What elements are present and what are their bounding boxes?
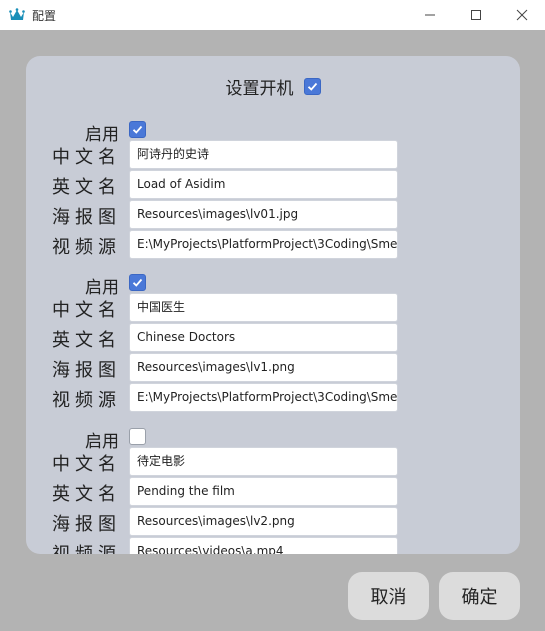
maximize-button[interactable] xyxy=(453,0,499,30)
config-panel[interactable]: 设置开机 启用 中文名 阿诗丹的史诗 英文名 Load of Asidim 海报… xyxy=(26,56,520,554)
check-icon xyxy=(132,125,143,134)
confirm-button[interactable]: 确定 xyxy=(439,572,520,620)
video-source-field[interactable]: E:\MyProjects\PlatformProject\3Coding\Sm… xyxy=(129,383,398,412)
close-button[interactable] xyxy=(499,0,545,30)
window-title: 配置 xyxy=(32,8,57,23)
poster-label: 海报图 xyxy=(52,360,121,381)
chinese-name-label: 中文名 xyxy=(52,300,121,321)
maximize-icon xyxy=(471,10,481,20)
english-name-field[interactable]: Pending the film xyxy=(129,477,398,506)
startup-checkbox[interactable] xyxy=(303,77,321,95)
english-name-label: 英文名 xyxy=(52,330,121,351)
english-name-label: 英文名 xyxy=(52,177,121,198)
video-source-label: 视频源 xyxy=(52,390,121,411)
startup-setting-row: 设置开机 xyxy=(26,74,520,99)
video-source-field[interactable]: E:\MyProjects\PlatformProject\3Coding\Sm… xyxy=(129,230,398,259)
english-name-field[interactable]: Chinese Doctors xyxy=(129,323,398,352)
english-name-field[interactable]: Load of Asidim xyxy=(129,170,398,199)
check-icon xyxy=(307,82,317,91)
chinese-name-field[interactable]: 阿诗丹的史诗 xyxy=(129,140,398,169)
cancel-button[interactable]: 取消 xyxy=(348,572,429,620)
minimize-icon xyxy=(425,14,435,16)
enable-checkbox[interactable] xyxy=(129,121,146,138)
poster-label: 海报图 xyxy=(52,207,121,228)
english-name-label: 英文名 xyxy=(52,484,121,505)
enable-checkbox[interactable] xyxy=(129,274,146,291)
check-icon xyxy=(132,278,143,287)
enable-checkbox[interactable] xyxy=(129,428,146,445)
startup-label: 设置开机 xyxy=(225,78,294,99)
video-source-label: 视频源 xyxy=(26,540,121,554)
video-source-label: 视频源 xyxy=(52,237,121,258)
crown-icon xyxy=(8,6,26,24)
chinese-name-field[interactable]: 待定电影 xyxy=(129,447,398,476)
poster-field[interactable]: Resources\images\lv2.png xyxy=(129,507,398,536)
chinese-name-field[interactable]: 中国医生 xyxy=(129,293,398,322)
video-source-field[interactable]: Resources\videos\a.mp4 xyxy=(129,537,398,554)
close-icon xyxy=(516,9,528,21)
minimize-button[interactable] xyxy=(407,0,453,30)
title-bar: 配置 xyxy=(0,0,545,30)
chinese-name-label: 中文名 xyxy=(52,454,121,475)
chinese-name-label: 中文名 xyxy=(52,147,121,168)
poster-label: 海报图 xyxy=(52,514,121,535)
poster-field[interactable]: Resources\images\lv01.jpg xyxy=(129,200,398,229)
poster-field[interactable]: Resources\images\lv1.png xyxy=(129,353,398,382)
